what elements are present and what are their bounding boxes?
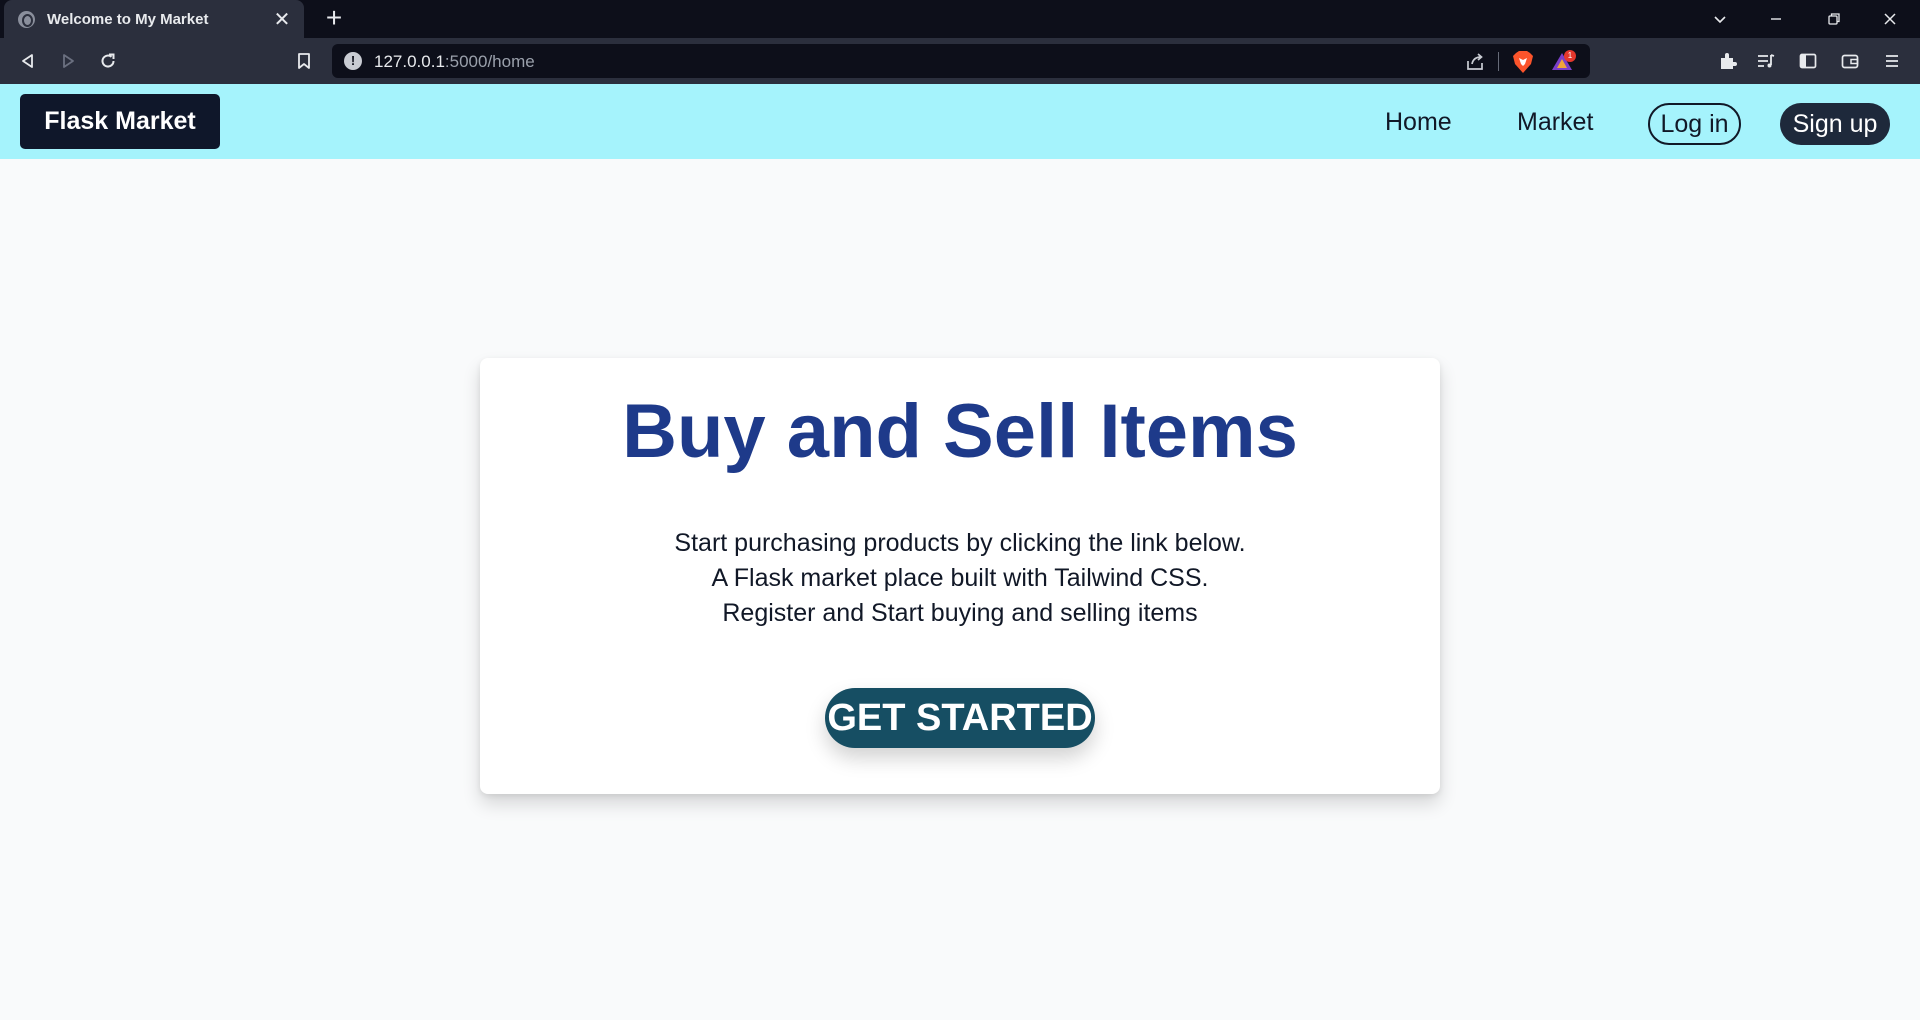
browser-titlebar: Welcome to My Market ✕ + [0,0,1920,38]
nav-market-link[interactable]: Market [1517,103,1593,141]
extensions-icon[interactable] [1716,49,1740,73]
globe-icon [18,10,35,28]
url-path: :5000/home [444,52,535,71]
back-icon[interactable] [14,47,42,75]
browser-tab[interactable]: Welcome to My Market ✕ [4,0,304,38]
url-text[interactable]: 127.0.0.1:5000/home [374,52,535,72]
address-bar[interactable]: ! 127.0.0.1:5000/home 1 [332,44,1590,78]
url-divider [1498,52,1499,71]
reload-icon[interactable] [94,47,122,75]
rewards-badge: 1 [1564,50,1576,62]
get-started-button[interactable]: GET STARTED [825,688,1095,748]
brave-rewards-icon[interactable]: 1 [1550,50,1578,74]
hero-title: Buy and Sell Items [622,389,1298,474]
url-host: 127.0.0.1 [374,52,445,71]
menu-icon[interactable] [1880,49,1904,73]
tab-title: Welcome to My Market [47,10,209,28]
restore-icon[interactable] [1810,0,1858,38]
new-tab-button[interactable]: + [318,2,350,34]
browser-toolbar: ! 127.0.0.1:5000/home 1 [0,38,1920,84]
brand-logo-link[interactable]: Flask Market [20,94,220,149]
share-icon[interactable] [1464,51,1486,73]
forward-icon[interactable] [54,47,82,75]
site-navbar: Flask Market Home Market Log in Sign up [0,84,1920,159]
login-button[interactable]: Log in [1648,103,1741,145]
sidebar-icon[interactable] [1796,49,1820,73]
hero-line-1: Start purchasing products by clicking th… [674,529,1246,557]
close-window-icon[interactable] [1866,0,1914,38]
hero-description: Start purchasing products by clicking th… [480,526,1440,631]
brave-shields-icon[interactable] [1512,50,1534,74]
tab-search-icon[interactable] [1696,0,1744,38]
hero-line-2: A Flask market place built with Tailwind… [711,564,1209,592]
signup-button[interactable]: Sign up [1780,103,1890,145]
nav-home-link[interactable]: Home [1385,103,1452,141]
hero-card: Buy and Sell Items Start purchasing prod… [480,358,1440,794]
hero-line-3: Register and Start buying and selling it… [722,599,1198,627]
minimize-icon[interactable] [1752,0,1800,38]
playlist-icon[interactable] [1754,49,1778,73]
wallet-icon[interactable] [1838,49,1862,73]
close-tab-icon[interactable]: ✕ [270,7,294,32]
site-info-icon[interactable]: ! [344,52,362,70]
bookmark-icon[interactable] [290,47,318,75]
